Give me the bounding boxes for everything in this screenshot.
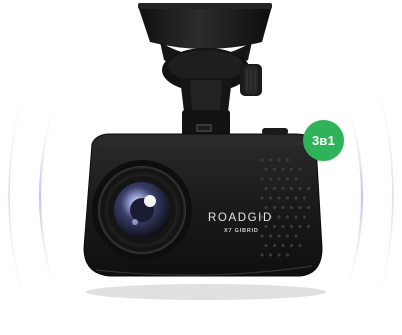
- left-inner-arc: [38, 94, 60, 301]
- speaker-dot: [294, 234, 298, 238]
- speaker-dot: [268, 253, 273, 257]
- mount-plate: [138, 6, 272, 49]
- speaker-dot: [277, 234, 281, 238]
- speaker-dot: [281, 224, 285, 229]
- mount: [138, 3, 272, 136]
- model-label: X7 GIBRID: [224, 228, 259, 234]
- speaker-dot: [268, 196, 273, 200]
- speaker-dot: [272, 186, 277, 191]
- speaker-dot: [302, 215, 307, 219]
- dashcam-illustration: [8, 3, 394, 321]
- speaker-dot: [294, 196, 298, 200]
- speaker-dot: [272, 224, 277, 229]
- speaker-dot: [302, 196, 307, 200]
- speaker-dot: [277, 196, 281, 200]
- speaker-dot: [260, 196, 264, 200]
- top-button: [262, 128, 288, 135]
- product-image: [0, 0, 402, 335]
- speaker-dot: [298, 186, 302, 191]
- speaker-dot: [294, 215, 298, 219]
- speaker-dot: [260, 177, 264, 181]
- speaker-dot: [289, 186, 294, 191]
- speaker-dot: [289, 243, 294, 248]
- speaker-dot: [285, 253, 290, 257]
- speaker-dot: [289, 205, 294, 210]
- speaker-dot: [285, 196, 290, 200]
- right-inner-arc: [342, 94, 364, 301]
- speaker-dot: [306, 186, 311, 191]
- 3in1-badge: 3в1: [303, 120, 344, 161]
- speaker-dot: [298, 224, 302, 229]
- speaker-dot: [260, 234, 264, 238]
- speaker-dot: [285, 215, 290, 219]
- speaker-dot: [298, 243, 302, 248]
- speaker-dot: [306, 224, 311, 229]
- speaker-dot: [281, 205, 285, 210]
- speaker-dot: [264, 167, 268, 172]
- speaker-dot: [260, 158, 264, 162]
- speaker-dot: [306, 205, 311, 210]
- lens-highlight: [144, 195, 156, 207]
- speaker-dot: [268, 234, 273, 238]
- speaker-dot: [285, 158, 290, 162]
- speaker-dot: [285, 234, 290, 238]
- speaker-dot: [277, 253, 281, 257]
- speaker-dot: [277, 215, 281, 219]
- speaker-dot: [285, 177, 290, 181]
- device-shadow: [86, 284, 326, 300]
- right-outer-arc: [371, 69, 394, 321]
- left-outer-arc: [8, 69, 31, 321]
- speaker-dot: [264, 243, 268, 248]
- speaker-dot: [264, 224, 268, 229]
- speaker-dot: [272, 167, 277, 172]
- speaker-dot: [268, 177, 273, 181]
- speaker-dot: [277, 158, 281, 162]
- speaker-dot: [294, 177, 298, 181]
- speaker-dot: [281, 243, 285, 248]
- speaker-dot: [272, 243, 277, 248]
- brand-logo-text: ROADGID: [208, 212, 273, 224]
- lens: [92, 160, 192, 260]
- speaker-dot: [272, 205, 277, 210]
- speaker-dot: [264, 186, 268, 191]
- speaker-dot: [277, 177, 281, 181]
- speaker-dot: [260, 253, 264, 257]
- mount-joint: [182, 110, 230, 136]
- speaker-dot: [289, 224, 294, 229]
- speaker-dot: [298, 205, 302, 210]
- speaker-dot: [268, 158, 273, 162]
- speaker-dot: [264, 205, 268, 210]
- speaker-dot: [289, 167, 294, 172]
- speaker-dot: [298, 167, 302, 172]
- speaker-dot: [281, 167, 285, 172]
- speaker-dot: [281, 186, 285, 191]
